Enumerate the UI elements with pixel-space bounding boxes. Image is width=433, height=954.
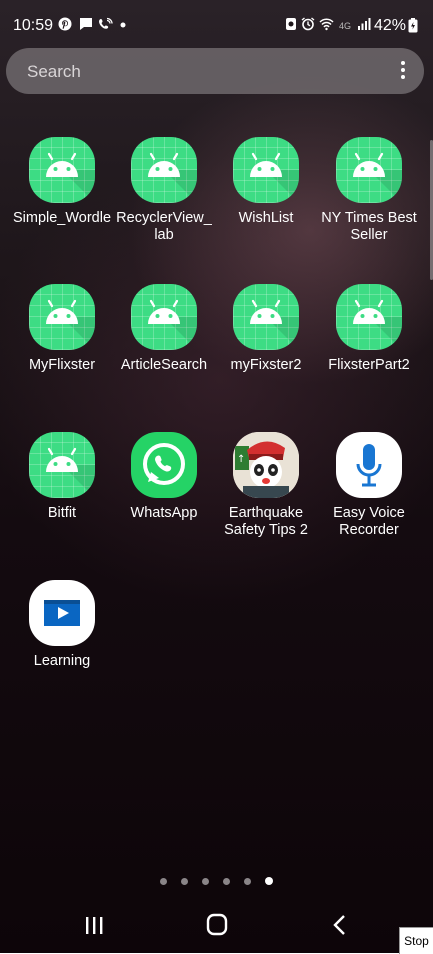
app-label: MyFlixster (28, 357, 96, 373)
android-icon (29, 432, 95, 498)
app-search-bar[interactable]: Search (6, 48, 424, 94)
app-shortcut[interactable]: ArticleSearch (113, 284, 215, 374)
app-shortcut[interactable]: myFixster2 (215, 284, 317, 374)
home-icon (206, 913, 228, 936)
battery-percent: 42% (373, 17, 406, 34)
ring-mode-icon (285, 17, 297, 31)
app-label: WishList (238, 210, 294, 226)
app-label: Easy Voice Recorder (333, 505, 405, 538)
more-options-icon[interactable] (400, 61, 406, 83)
app-shortcut[interactable]: Simple_Wordle (11, 137, 113, 227)
alarm-icon (301, 17, 315, 31)
microphone-icon (336, 432, 402, 498)
app-label: myFixster2 (230, 357, 302, 373)
wifi-call-icon (98, 17, 114, 31)
back-icon (333, 915, 345, 935)
message-icon (79, 17, 93, 31)
battery-charging-icon (408, 18, 418, 33)
android-icon (131, 137, 197, 203)
app-shortcut[interactable]: MyFlixster (11, 284, 113, 374)
pinterest-icon (58, 17, 72, 31)
app-shortcut[interactable]: FlixsterPart2 (318, 284, 420, 374)
app-label: Learning (33, 653, 91, 669)
app-shortcut[interactable]: Bitfit (11, 432, 113, 522)
home-button[interactable] (197, 909, 237, 941)
back-button[interactable] (320, 909, 360, 941)
recents-button[interactable] (74, 909, 114, 941)
app-label: ArticleSearch (120, 357, 208, 373)
status-time: 10:59 (13, 17, 54, 34)
page-dot[interactable] (160, 878, 167, 885)
home-screen: 10:59 4G 42% Search Simple_Wordle Recycl… (0, 0, 433, 953)
recents-icon (86, 917, 103, 934)
svg-text:↑: ↑ (237, 454, 245, 465)
app-shortcut[interactable]: Learning (11, 580, 113, 670)
earthquake-panda-icon: ↑ (233, 432, 299, 498)
app-shortcut[interactable]: WhatsApp (113, 432, 215, 522)
android-icon (29, 284, 95, 350)
page-dot[interactable] (244, 878, 251, 885)
page-dot-active[interactable] (265, 877, 273, 885)
android-icon (29, 137, 95, 203)
app-shortcut[interactable]: WishList (215, 137, 317, 227)
app-shortcut[interactable]: Easy Voice Recorder (318, 432, 420, 539)
android-icon (336, 137, 402, 203)
learning-play-icon (29, 580, 95, 646)
app-label: FlixsterPart2 (328, 357, 410, 373)
app-shortcut[interactable]: RecyclerView_ lab (113, 137, 215, 244)
app-label: Simple_Wordle (12, 210, 112, 226)
app-shortcut[interactable]: ↑ Earthquake Safety Tips 2 (215, 432, 317, 539)
notification-dot-icon (119, 17, 127, 31)
app-label: Earthquake Safety Tips 2 (224, 505, 308, 538)
android-icon (233, 137, 299, 203)
search-input[interactable]: Search (27, 62, 81, 82)
stop-button[interactable]: Stop (399, 927, 433, 954)
wifi-icon (319, 17, 334, 31)
app-label: NY Times Best Seller (321, 210, 417, 243)
whatsapp-icon (131, 432, 197, 498)
signal-icon (357, 17, 371, 31)
app-label: Bitfit (47, 505, 77, 521)
android-icon (131, 284, 197, 350)
lte-icon: 4G (339, 21, 352, 31)
android-icon (233, 284, 299, 350)
android-icon (336, 284, 402, 350)
page-dot[interactable] (181, 878, 188, 885)
navigation-bar (0, 895, 433, 953)
status-bar: 10:59 4G 42% (0, 0, 433, 50)
page-dot[interactable] (202, 878, 209, 885)
app-label: WhatsApp (130, 505, 198, 521)
app-label: RecyclerView_ lab (116, 210, 212, 243)
page-dot[interactable] (223, 878, 230, 885)
app-shortcut[interactable]: NY Times Best Seller (318, 137, 420, 244)
page-indicator[interactable] (0, 872, 433, 885)
